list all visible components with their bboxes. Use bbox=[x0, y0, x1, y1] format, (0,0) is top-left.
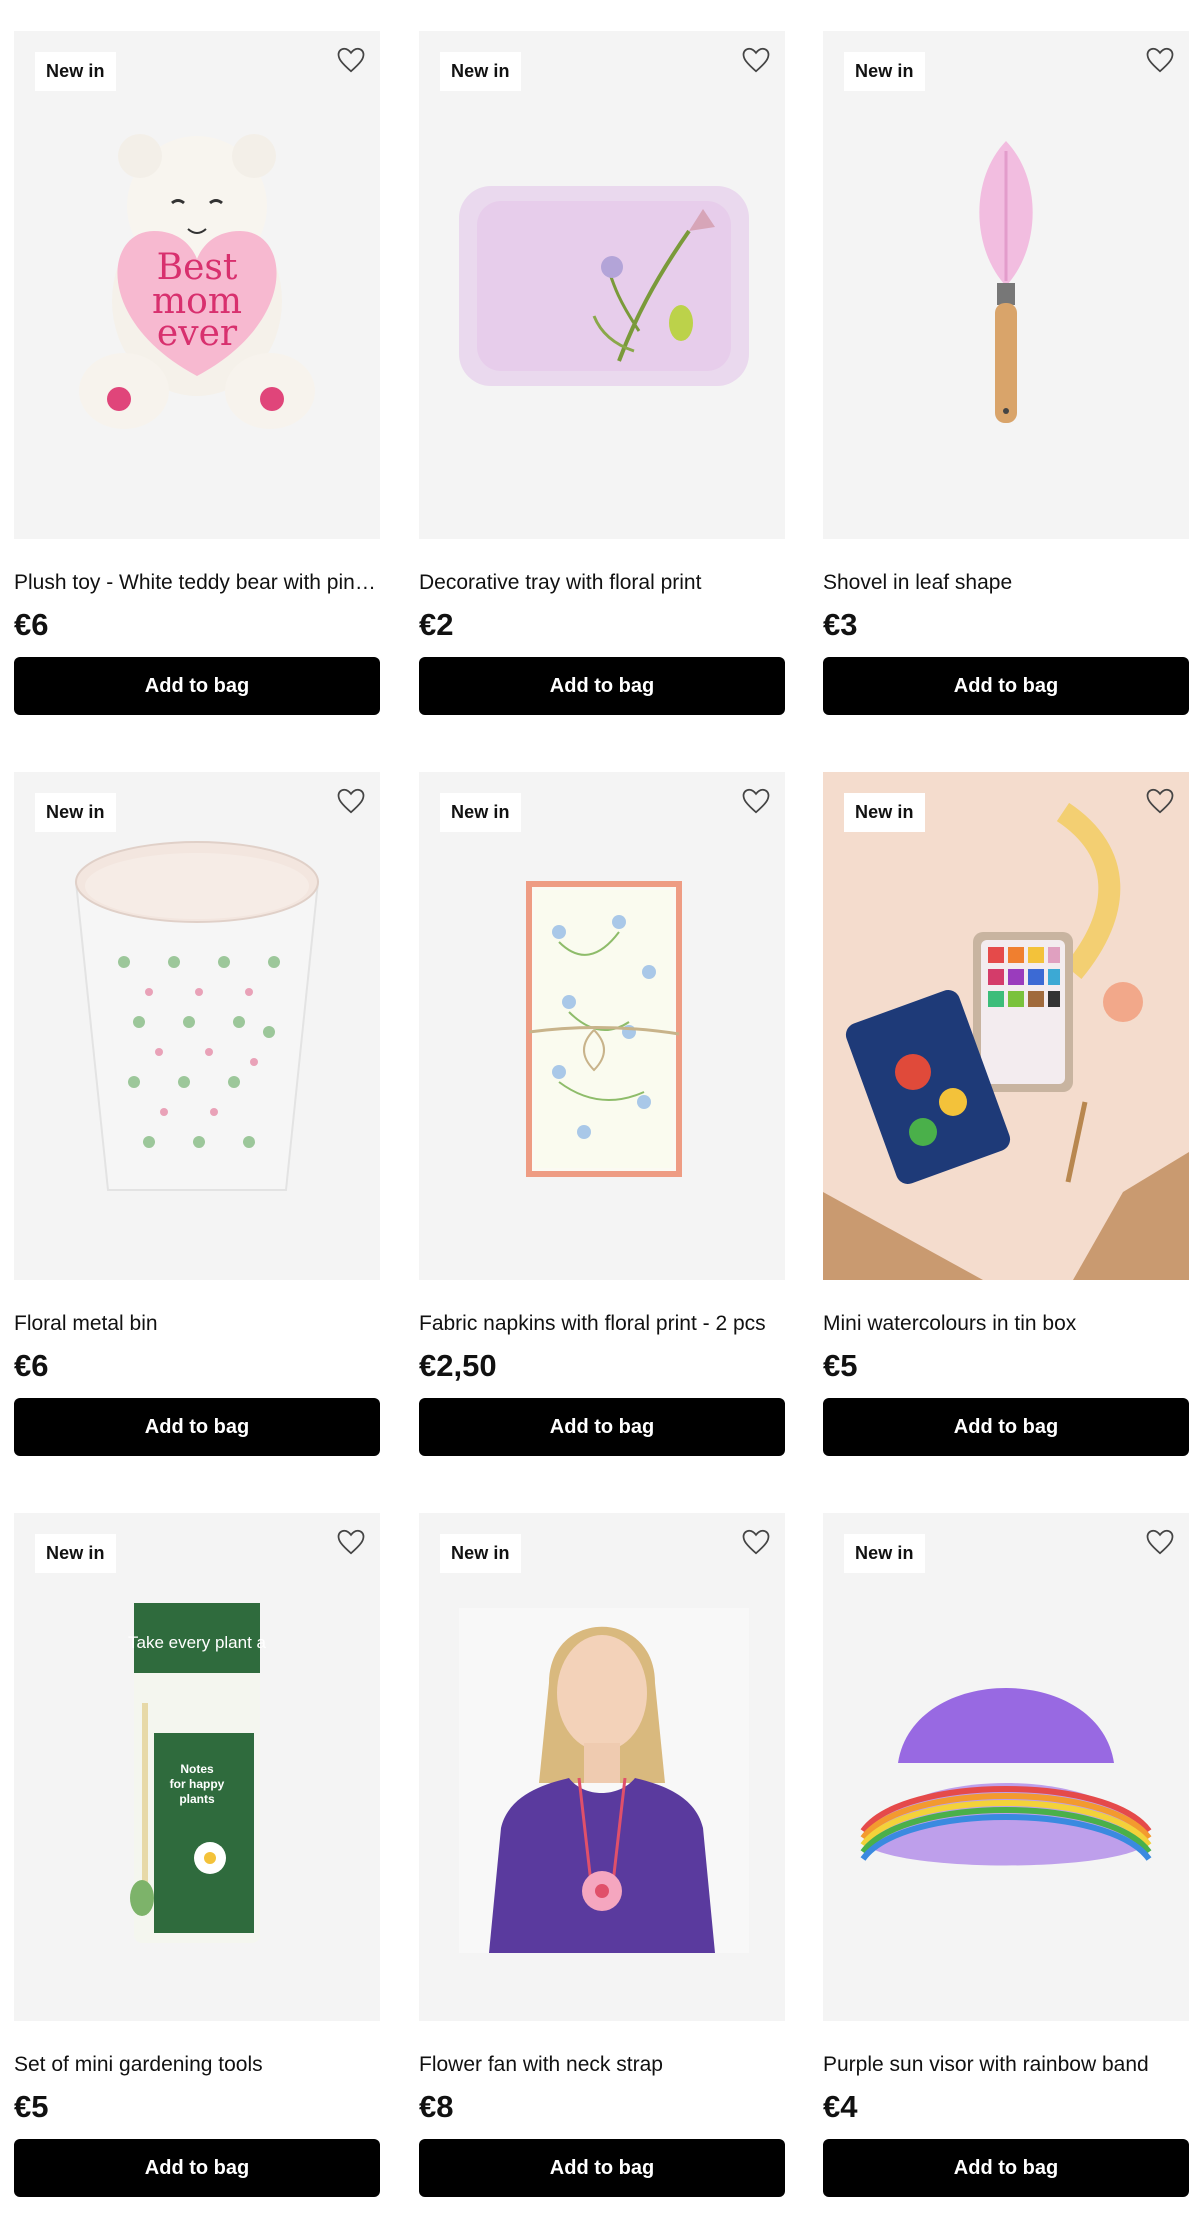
add-to-bag-button[interactable]: Add to bag bbox=[823, 1398, 1189, 1456]
add-to-bag-button[interactable]: Add to bag bbox=[823, 657, 1189, 715]
product-image[interactable]: New in bbox=[14, 772, 380, 1280]
product-price: €2 bbox=[419, 607, 454, 642]
fabric-napkins-image bbox=[526, 881, 682, 1177]
product-card[interactable]: Take every plant a Notes for happy plant… bbox=[14, 1513, 380, 2197]
product-price: €6 bbox=[14, 607, 49, 642]
product-title[interactable]: Purple sun visor with rainbow band bbox=[823, 2051, 1189, 2079]
add-to-bag-button[interactable]: Add to bag bbox=[419, 657, 785, 715]
heart-outline-icon[interactable] bbox=[741, 45, 771, 75]
product-card[interactable]: Best mom ever New in Plush toy - White t… bbox=[14, 31, 380, 715]
leaf-shovel-image bbox=[979, 141, 1033, 423]
add-to-bag-button[interactable]: Add to bag bbox=[419, 2139, 785, 2197]
product-card[interactable]: New in Shovel in leaf shape €3 Add to ba… bbox=[823, 31, 1189, 715]
product-price: €6 bbox=[14, 1348, 49, 1383]
heart-outline-icon[interactable] bbox=[741, 786, 771, 816]
heart-outline-icon[interactable] bbox=[1145, 1527, 1175, 1557]
product-price: €3 bbox=[823, 607, 858, 642]
gardening-tube-image: Take every plant a Notes for happy plant… bbox=[128, 1603, 267, 1943]
product-card[interactable]: New in Fabric napkins with floral print … bbox=[419, 772, 785, 1456]
new-in-badge: New in bbox=[440, 52, 521, 91]
new-in-badge: New in bbox=[844, 52, 925, 91]
product-price: €5 bbox=[823, 1348, 858, 1383]
svg-text:ever: ever bbox=[157, 313, 238, 354]
product-price: €5 bbox=[14, 2089, 49, 2124]
new-in-badge: New in bbox=[844, 793, 925, 832]
new-in-badge: New in bbox=[844, 1534, 925, 1573]
product-title[interactable]: Decorative tray with floral print bbox=[419, 569, 785, 597]
svg-text:Notes: Notes bbox=[180, 1762, 214, 1776]
product-title[interactable]: Plush toy - White teddy bear with pin… bbox=[14, 569, 380, 597]
new-in-badge: New in bbox=[35, 793, 116, 832]
heart-outline-icon[interactable] bbox=[336, 45, 366, 75]
svg-text:Take every plant a: Take every plant a bbox=[128, 1633, 267, 1652]
product-title[interactable]: Mini watercolours in tin box bbox=[823, 1310, 1189, 1338]
product-title[interactable]: Set of mini gardening tools bbox=[14, 2051, 380, 2079]
product-title[interactable]: Flower fan with neck strap bbox=[419, 2051, 785, 2079]
product-title[interactable]: Fabric napkins with floral print - 2 pcs bbox=[419, 1310, 785, 1338]
watercolour-tin-image bbox=[823, 772, 1189, 1280]
teddy-bear-image: Best mom ever bbox=[79, 134, 315, 429]
product-card[interactable]: New in Decorative tray with floral print… bbox=[419, 31, 785, 715]
heart-outline-icon[interactable] bbox=[741, 1527, 771, 1557]
flower-fan-model-image bbox=[459, 1608, 749, 1953]
new-in-badge: New in bbox=[440, 1534, 521, 1573]
heart-outline-icon[interactable] bbox=[336, 1527, 366, 1557]
add-to-bag-button[interactable]: Add to bag bbox=[14, 2139, 380, 2197]
product-price: €8 bbox=[419, 2089, 454, 2124]
heart-outline-icon[interactable] bbox=[1145, 786, 1175, 816]
product-image[interactable]: New in bbox=[419, 772, 785, 1280]
product-price: €4 bbox=[823, 2089, 858, 2124]
svg-text:for happy: for happy bbox=[170, 1777, 225, 1791]
new-in-badge: New in bbox=[35, 52, 116, 91]
svg-text:plants: plants bbox=[179, 1792, 215, 1806]
product-title[interactable]: Shovel in leaf shape bbox=[823, 569, 1189, 597]
heart-outline-icon[interactable] bbox=[336, 786, 366, 816]
new-in-badge: New in bbox=[35, 1534, 116, 1573]
product-card[interactable]: New in Flower fan with neck strap €8 Add… bbox=[419, 1513, 785, 2197]
add-to-bag-button[interactable]: Add to bag bbox=[14, 1398, 380, 1456]
heart-outline-icon[interactable] bbox=[1145, 45, 1175, 75]
product-card[interactable]: New in Purple sun visor with rainbow ban… bbox=[823, 1513, 1189, 2197]
add-to-bag-button[interactable]: Add to bag bbox=[419, 1398, 785, 1456]
product-image[interactable]: New in bbox=[823, 1513, 1189, 2021]
product-grid: Best mom ever New in Plush toy - White t… bbox=[0, 0, 1200, 2233]
product-image[interactable]: New in bbox=[823, 31, 1189, 539]
product-image[interactable]: New in bbox=[823, 772, 1189, 1280]
product-card[interactable]: New in Mini watercolours in tin box €5 A… bbox=[823, 772, 1189, 1456]
product-image[interactable]: Take every plant a Notes for happy plant… bbox=[14, 1513, 380, 2021]
sun-visor-image bbox=[860, 1688, 1152, 1866]
floral-bin-image bbox=[74, 841, 320, 1191]
product-title[interactable]: Floral metal bin bbox=[14, 1310, 380, 1338]
product-image[interactable]: New in bbox=[419, 1513, 785, 2021]
product-image[interactable]: Best mom ever New in bbox=[14, 31, 380, 539]
product-image[interactable]: New in bbox=[419, 31, 785, 539]
add-to-bag-button[interactable]: Add to bag bbox=[823, 2139, 1189, 2197]
product-price: €2,50 bbox=[419, 1348, 497, 1383]
add-to-bag-button[interactable]: Add to bag bbox=[14, 657, 380, 715]
new-in-badge: New in bbox=[440, 793, 521, 832]
product-card[interactable]: New in Floral metal bin €6 Add to bag bbox=[14, 772, 380, 1456]
floral-tray-image bbox=[459, 186, 749, 386]
